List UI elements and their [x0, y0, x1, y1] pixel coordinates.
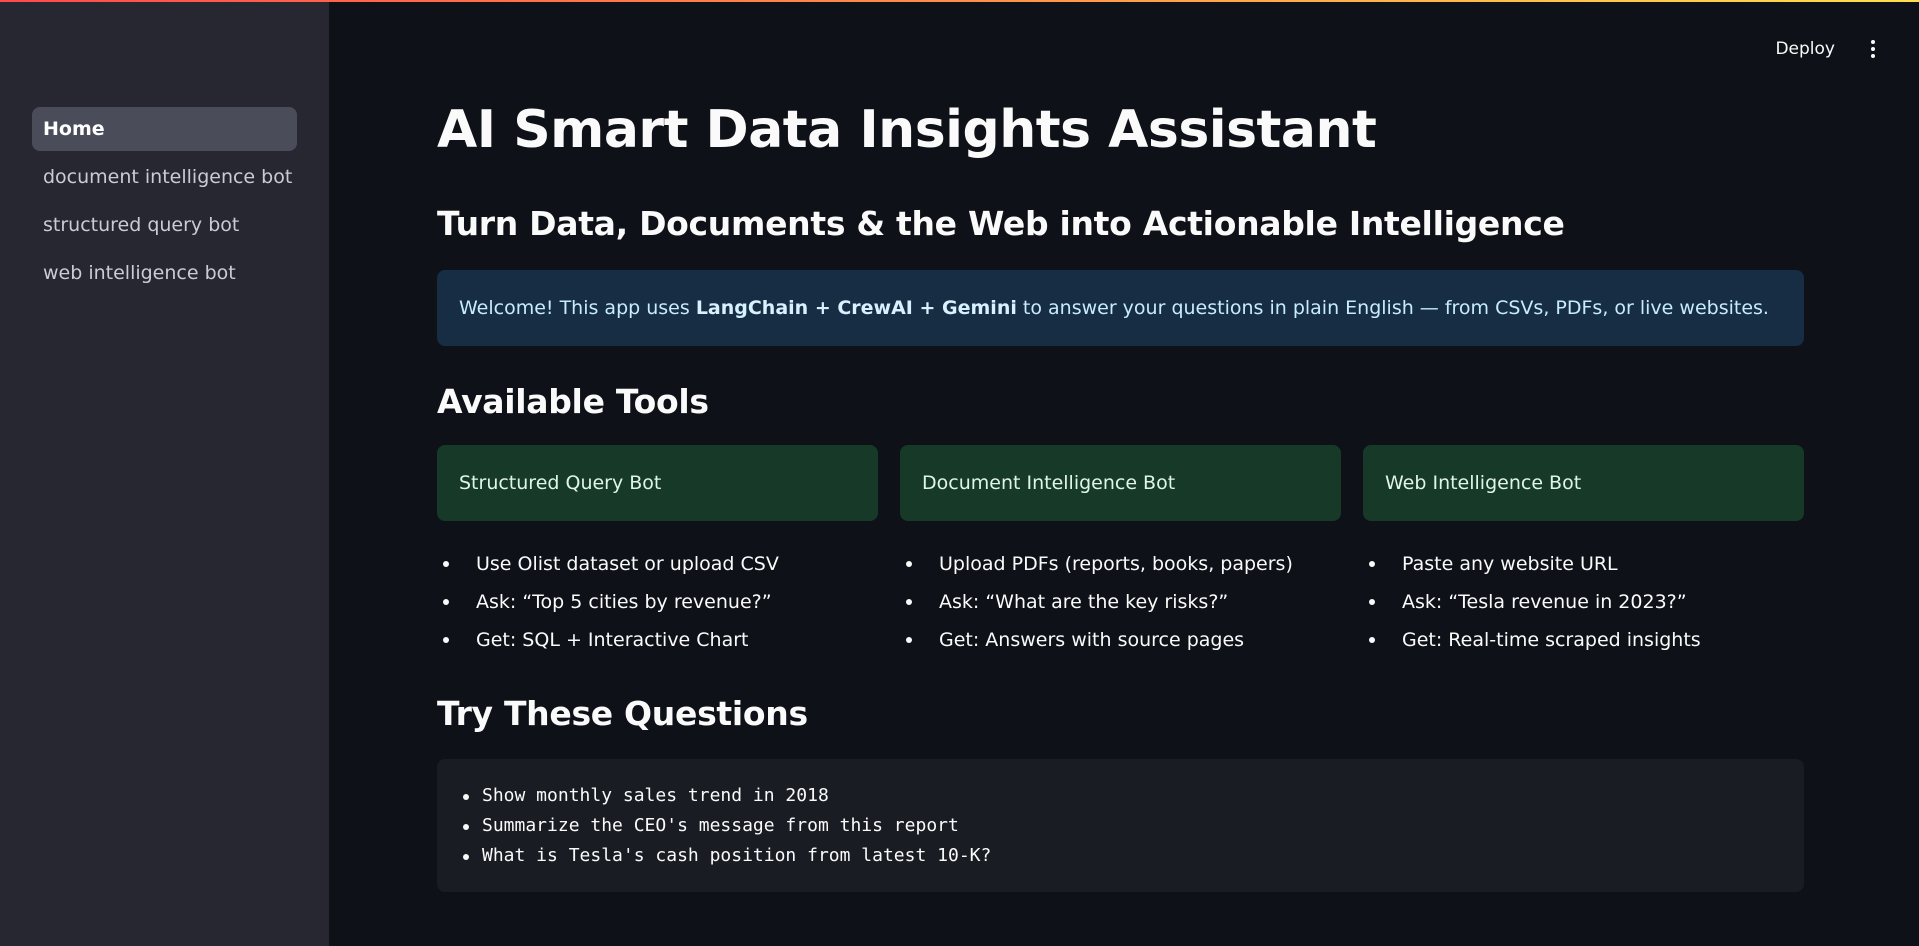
sidebar-nav: Home document intelligence bot structure… — [32, 107, 297, 299]
header-actions: Deploy — [1771, 33, 1881, 65]
info-text-highlight: LangChain + CrewAI + Gemini — [695, 297, 1017, 319]
info-alert: Welcome! This app uses LangChain + CrewA… — [437, 270, 1804, 346]
deploy-button[interactable]: Deploy — [1771, 33, 1839, 65]
list-item: Ask: “Top 5 cities by revenue?” — [437, 583, 878, 621]
list-item: Summarize the CEO's message from this re… — [437, 811, 1804, 841]
questions-code-block: Show monthly sales trend in 2018 Summari… — [437, 759, 1804, 892]
tool-points-list: Paste any website URL Ask: “Tesla revenu… — [1363, 545, 1804, 659]
questions-heading: Try These Questions — [437, 694, 808, 733]
page-subtitle: Turn Data, Documents & the Web into Acti… — [437, 204, 1565, 243]
tool-card-document-intelligence-bot: Document Intelligence Bot — [900, 445, 1341, 521]
sidebar-item-web-intelligence-bot[interactable]: web intelligence bot — [32, 251, 297, 295]
sidebar-item-home[interactable]: Home — [32, 107, 297, 151]
list-item: What is Tesla's cash position from lates… — [437, 841, 1804, 871]
sidebar-item-document-intelligence-bot[interactable]: document intelligence bot — [32, 155, 297, 199]
list-item: Ask: “Tesla revenue in 2023?” — [1363, 583, 1804, 621]
tool-column-structured-query: Structured Query Bot Use Olist dataset o… — [437, 445, 878, 659]
kebab-dot — [1871, 47, 1875, 51]
list-item: Upload PDFs (reports, books, papers) — [900, 545, 1341, 583]
page-title: AI Smart Data Insights Assistant — [437, 100, 1377, 160]
tool-card-structured-query-bot: Structured Query Bot — [437, 445, 878, 521]
list-item: Paste any website URL — [1363, 545, 1804, 583]
kebab-menu-icon[interactable] — [1865, 38, 1881, 60]
kebab-dot — [1871, 54, 1875, 58]
list-item: Get: Real-time scraped insights — [1363, 621, 1804, 659]
tool-points-list: Upload PDFs (reports, books, papers) Ask… — [900, 545, 1341, 659]
list-item: Ask: “What are the key risks?” — [900, 583, 1341, 621]
tools-heading: Available Tools — [437, 382, 709, 421]
app-root: Home document intelligence bot structure… — [0, 0, 1919, 946]
tool-column-document-intelligence: Document Intelligence Bot Upload PDFs (r… — [900, 445, 1341, 659]
list-item: Get: SQL + Interactive Chart — [437, 621, 878, 659]
kebab-dot — [1871, 40, 1875, 44]
sidebar-item-structured-query-bot[interactable]: structured query bot — [32, 203, 297, 247]
info-text-suffix: to answer your questions in plain Englis… — [1016, 297, 1769, 319]
list-item: Use Olist dataset or upload CSV — [437, 545, 878, 583]
tool-points-list: Use Olist dataset or upload CSV Ask: “To… — [437, 545, 878, 659]
questions-list: Show monthly sales trend in 2018 Summari… — [437, 781, 1804, 871]
tool-column-web-intelligence: Web Intelligence Bot Paste any website U… — [1363, 445, 1804, 659]
list-item: Get: Answers with source pages — [900, 621, 1341, 659]
list-item: Show monthly sales trend in 2018 — [437, 781, 1804, 811]
tool-card-web-intelligence-bot: Web Intelligence Bot — [1363, 445, 1804, 521]
top-decoration-bar — [0, 0, 1919, 2]
info-text-prefix: Welcome! This app uses — [459, 297, 696, 319]
sidebar: Home document intelligence bot structure… — [0, 0, 329, 946]
